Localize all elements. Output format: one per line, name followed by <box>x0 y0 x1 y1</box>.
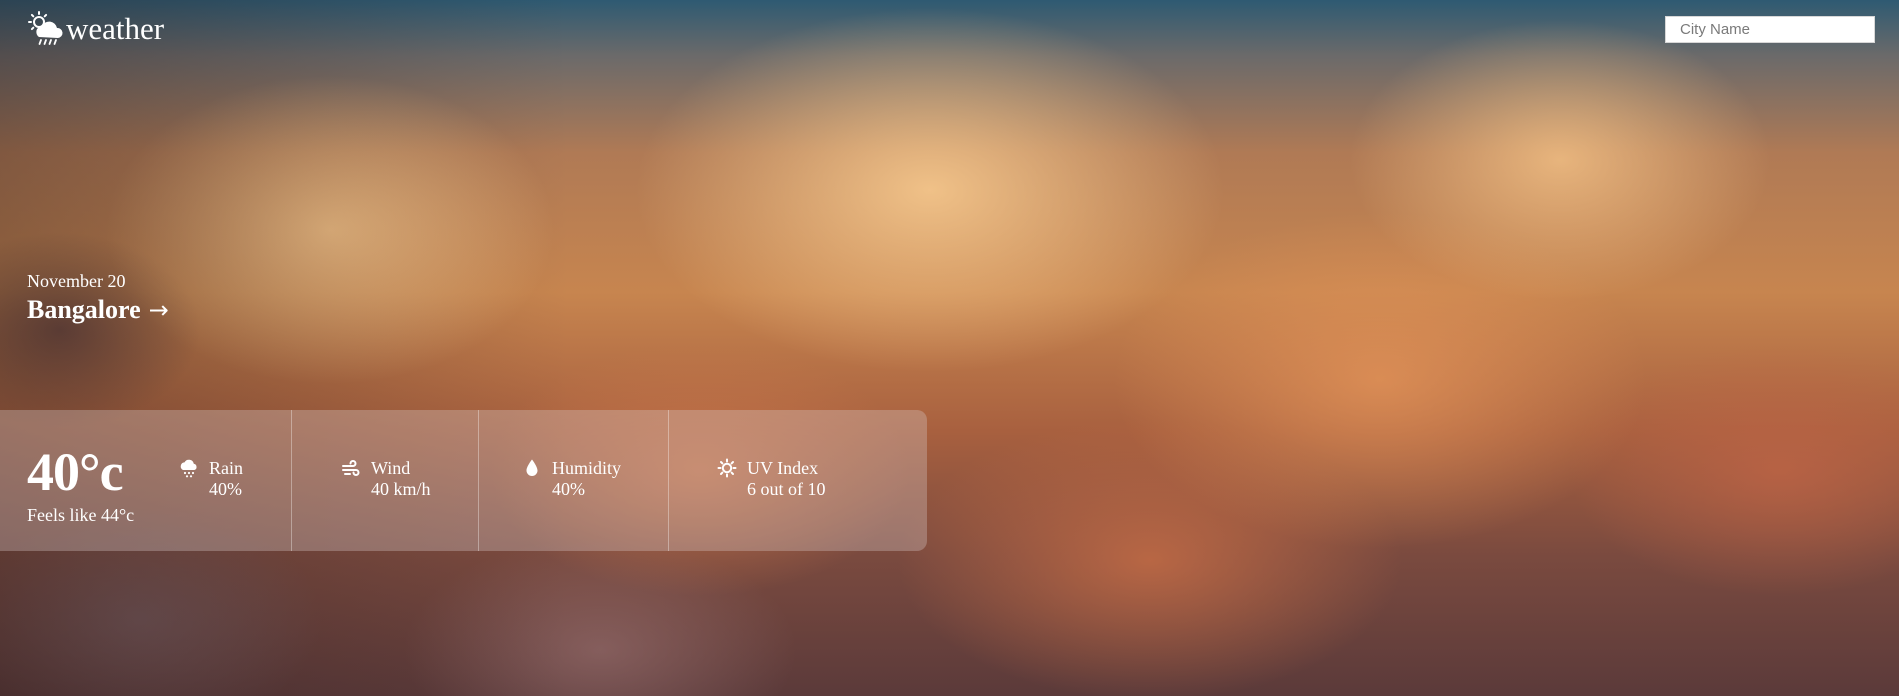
droplet-icon <box>526 459 538 476</box>
city-search-input[interactable] <box>1665 16 1875 43</box>
temperature-block: 40°c Feels like 44°c <box>27 443 134 526</box>
app-header: weather <box>27 10 164 48</box>
wind-icon <box>342 460 360 476</box>
metric-label: Humidity <box>552 458 622 478</box>
background-overlay <box>0 0 1899 696</box>
metric-label: UV Index <box>747 458 819 478</box>
metric-wind: Wind 40 km/h <box>341 458 431 499</box>
city-name[interactable]: Bangalore <box>27 294 141 326</box>
arrow-right-icon[interactable]: → <box>149 294 169 326</box>
metric-value: 40 km/h <box>371 479 431 499</box>
sun-behind-rain-cloud-icon <box>28 11 63 45</box>
metric-value: 40% <box>209 479 242 499</box>
location-block: November 20 Bangalore → <box>27 270 169 326</box>
city-row[interactable]: Bangalore → <box>27 294 169 326</box>
metric-rain: Rain 40% <box>179 458 243 499</box>
current-temperature: 40°c <box>27 442 124 502</box>
metric-value: 6 out of 10 <box>747 479 826 499</box>
metric-label: Rain <box>209 458 243 478</box>
rain-cloud-icon <box>180 459 197 478</box>
app-title: weather <box>66 11 165 46</box>
metric-uv-index: UV Index 6 out of 10 <box>717 458 826 499</box>
feels-like: Feels like 44°c <box>27 505 135 525</box>
metric-label: Wind <box>371 458 411 478</box>
weather-details-panel: 40°c Feels like 44°c Rain 40% Wind 40 km… <box>0 410 927 551</box>
current-date: November 20 <box>27 271 126 291</box>
metric-value: 40% <box>552 479 585 499</box>
metric-humidity: Humidity 40% <box>522 458 621 499</box>
sun-icon <box>717 458 737 478</box>
